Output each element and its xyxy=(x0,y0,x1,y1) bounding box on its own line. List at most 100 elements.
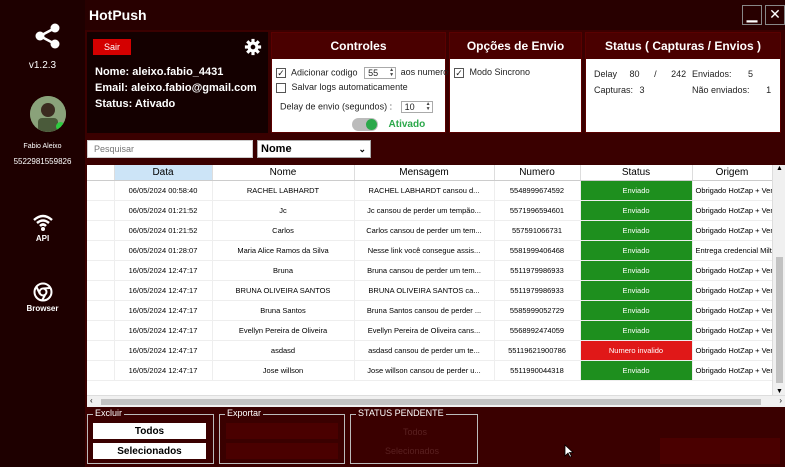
cell-origem[interactable]: Obrigado HotZap + Venda Multi... xyxy=(692,180,773,201)
table-row[interactable]: 16/05/2024 12:47:17 Evellyn Pereira de Ol… xyxy=(87,320,773,341)
add-code-checkbox[interactable]: ✓ xyxy=(276,68,286,78)
cell-numero[interactable]: 55119621900786 xyxy=(494,340,581,361)
row-header[interactable] xyxy=(87,300,115,321)
cell-data[interactable]: 16/05/2024 12:47:17 xyxy=(114,300,213,321)
cell-origem[interactable]: Obrigado HotZap + Venda Multi... xyxy=(692,300,773,321)
scroll-left-icon[interactable]: ‹ xyxy=(90,396,93,405)
stepper-arrows-icon[interactable]: ▲ ▼ xyxy=(426,102,431,112)
col-data[interactable]: Data xyxy=(114,165,213,181)
cell-mensagem[interactable]: Evellyn Pereira de Oliveira cans... xyxy=(354,320,495,341)
cell-data[interactable]: 16/05/2024 12:47:17 xyxy=(114,280,213,301)
cell-status[interactable]: Enviado xyxy=(580,320,693,341)
cell-numero[interactable]: 5548999674592 xyxy=(494,180,581,201)
cell-numero[interactable]: 5571996594601 xyxy=(494,200,581,221)
table-row[interactable]: 06/05/2024 01:28:07 Maria Alice Ramos da … xyxy=(87,240,773,261)
close-button[interactable]: ✕ xyxy=(765,5,785,25)
cell-nome[interactable]: Evellyn Pereira de Oliveira xyxy=(212,320,355,341)
row-header[interactable] xyxy=(87,280,115,301)
delay-stepper[interactable]: 10 ▲ ▼ xyxy=(400,101,433,113)
cell-status[interactable]: Enviado xyxy=(580,280,693,301)
row-header[interactable] xyxy=(87,260,115,281)
row-header[interactable] xyxy=(87,240,115,261)
cell-origem[interactable]: Obrigado HotZap + Venda Multi... xyxy=(692,220,773,241)
export-button-2[interactable] xyxy=(226,443,338,459)
cell-nome[interactable]: Bruna Santos xyxy=(212,300,355,321)
cell-status[interactable]: Enviado xyxy=(580,200,693,221)
row-header[interactable] xyxy=(87,180,115,201)
cell-data[interactable]: 16/05/2024 12:47:17 xyxy=(114,320,213,341)
table-row[interactable]: 16/05/2024 12:47:17 Jose willson Jose will… xyxy=(87,360,773,381)
col-status[interactable]: Status xyxy=(580,165,693,181)
cell-nome[interactable]: RACHEL LABHARDT xyxy=(212,180,355,201)
share-icon[interactable] xyxy=(34,22,62,50)
save-logs-checkbox[interactable] xyxy=(276,82,286,93)
col-nome[interactable]: Nome xyxy=(212,165,355,181)
scroll-down-icon[interactable]: ▼ xyxy=(776,388,783,395)
cell-data[interactable]: 06/05/2024 00:58:40 xyxy=(114,180,213,201)
table-row[interactable]: 16/05/2024 12:47:17 Bruna Santos Bruna San… xyxy=(87,300,773,321)
add-code-stepper[interactable]: 55 ▲ ▼ xyxy=(364,67,397,79)
cell-origem[interactable]: Entrega credencial MiltiSender xyxy=(692,240,773,261)
cell-origem[interactable]: Obrigado HotZap + Venda Multi... xyxy=(692,340,773,361)
cell-mensagem[interactable]: BRUNA OLIVEIRA SANTOS ca... xyxy=(354,280,495,301)
cell-status[interactable]: Enviado xyxy=(580,300,693,321)
action-button[interactable] xyxy=(660,438,780,464)
cell-origem[interactable]: Obrigado HotZap + Venda Multi... xyxy=(692,360,773,381)
cell-origem[interactable]: Obrigado HotZap + Venda Multi... xyxy=(692,320,773,341)
col-origem[interactable]: Origem xyxy=(692,165,773,181)
cell-nome[interactable]: asdasd xyxy=(212,340,355,361)
scroll-right-icon[interactable]: › xyxy=(779,396,782,405)
minimize-button[interactable]: ▁ xyxy=(742,5,762,25)
table-row[interactable]: 06/05/2024 00:58:40 RACHEL LABHARDT RACHEL… xyxy=(87,180,773,201)
delete-all-button[interactable]: Todos xyxy=(93,423,206,439)
cell-numero[interactable]: 5511979986933 xyxy=(494,280,581,301)
cell-mensagem[interactable]: Carlos cansou de perder um tem... xyxy=(354,220,495,241)
avatar[interactable] xyxy=(30,96,66,132)
row-header[interactable] xyxy=(87,340,115,361)
pending-selected-button[interactable]: Selecionados xyxy=(385,446,439,456)
cell-data[interactable]: 06/05/2024 01:21:52 xyxy=(114,200,213,221)
gear-icon[interactable] xyxy=(244,38,262,56)
cell-nome[interactable]: BRUNA OLIVEIRA SANTOS xyxy=(212,280,355,301)
col-mensagem[interactable]: Mensagem xyxy=(354,165,495,181)
cell-origem[interactable]: Obrigado HotZap + Venda Multi... xyxy=(692,260,773,281)
cell-mensagem[interactable]: Bruna Santos cansou de perder ... xyxy=(354,300,495,321)
cell-status[interactable]: Enviado xyxy=(580,360,693,381)
activation-toggle[interactable] xyxy=(352,118,378,131)
nav-api[interactable]: API xyxy=(0,212,85,243)
cell-data[interactable]: 06/05/2024 01:28:07 xyxy=(114,240,213,261)
cell-data[interactable]: 06/05/2024 01:21:52 xyxy=(114,220,213,241)
row-header[interactable] xyxy=(87,320,115,341)
logout-button[interactable]: Sair xyxy=(93,39,131,55)
sync-mode-checkbox[interactable]: ✓ xyxy=(454,67,464,78)
cell-status[interactable]: Enviado xyxy=(580,220,693,241)
cell-mensagem[interactable]: asdasd cansou de perder um te... xyxy=(354,340,495,361)
cell-origem[interactable]: Obrigado HotZap + Venda Multi... xyxy=(692,280,773,301)
cell-numero[interactable]: 5585999052729 xyxy=(494,300,581,321)
col-numero[interactable]: Numero xyxy=(494,165,581,181)
cell-mensagem[interactable]: Jc cansou de perder um tempão... xyxy=(354,200,495,221)
cell-status[interactable]: Enviado xyxy=(580,240,693,261)
filter-select[interactable]: Nome ⌄ xyxy=(257,140,371,158)
scroll-up-icon[interactable]: ▲ xyxy=(776,165,783,172)
cell-numero[interactable]: 5511979986933 xyxy=(494,260,581,281)
cell-mensagem[interactable]: RACHEL LABHARDT cansou d... xyxy=(354,180,495,201)
vertical-scrollbar[interactable]: ▲ ▼ xyxy=(772,165,785,395)
nav-browser[interactable]: Browser xyxy=(0,282,85,313)
cell-data[interactable]: 16/05/2024 12:47:17 xyxy=(114,340,213,361)
cell-mensagem[interactable]: Bruna cansou de perder um tem... xyxy=(354,260,495,281)
cell-status[interactable]: Numero invalido xyxy=(580,340,693,361)
cell-numero[interactable]: 557591066731 xyxy=(494,220,581,241)
table-row[interactable]: 16/05/2024 12:47:17 Bruna Bruna cansou de … xyxy=(87,260,773,281)
cell-nome[interactable]: Jose willson xyxy=(212,360,355,381)
cell-data[interactable]: 16/05/2024 12:47:17 xyxy=(114,360,213,381)
cell-numero[interactable]: 5581999406468 xyxy=(494,240,581,261)
cell-nome[interactable]: Bruna xyxy=(212,260,355,281)
cell-numero[interactable]: 5511990044318 xyxy=(494,360,581,381)
scrollbar-thumb[interactable] xyxy=(101,399,761,405)
cell-mensagem[interactable]: Nesse link você consegue assis... xyxy=(354,240,495,261)
scrollbar-thumb[interactable] xyxy=(776,257,783,383)
cell-status[interactable]: Enviado xyxy=(580,260,693,281)
table-row[interactable]: 16/05/2024 12:47:17 BRUNA OLIVEIRA SANTOS… xyxy=(87,280,773,301)
table-row[interactable]: 06/05/2024 01:21:52 Jc Jc cansou de perder… xyxy=(87,200,773,221)
